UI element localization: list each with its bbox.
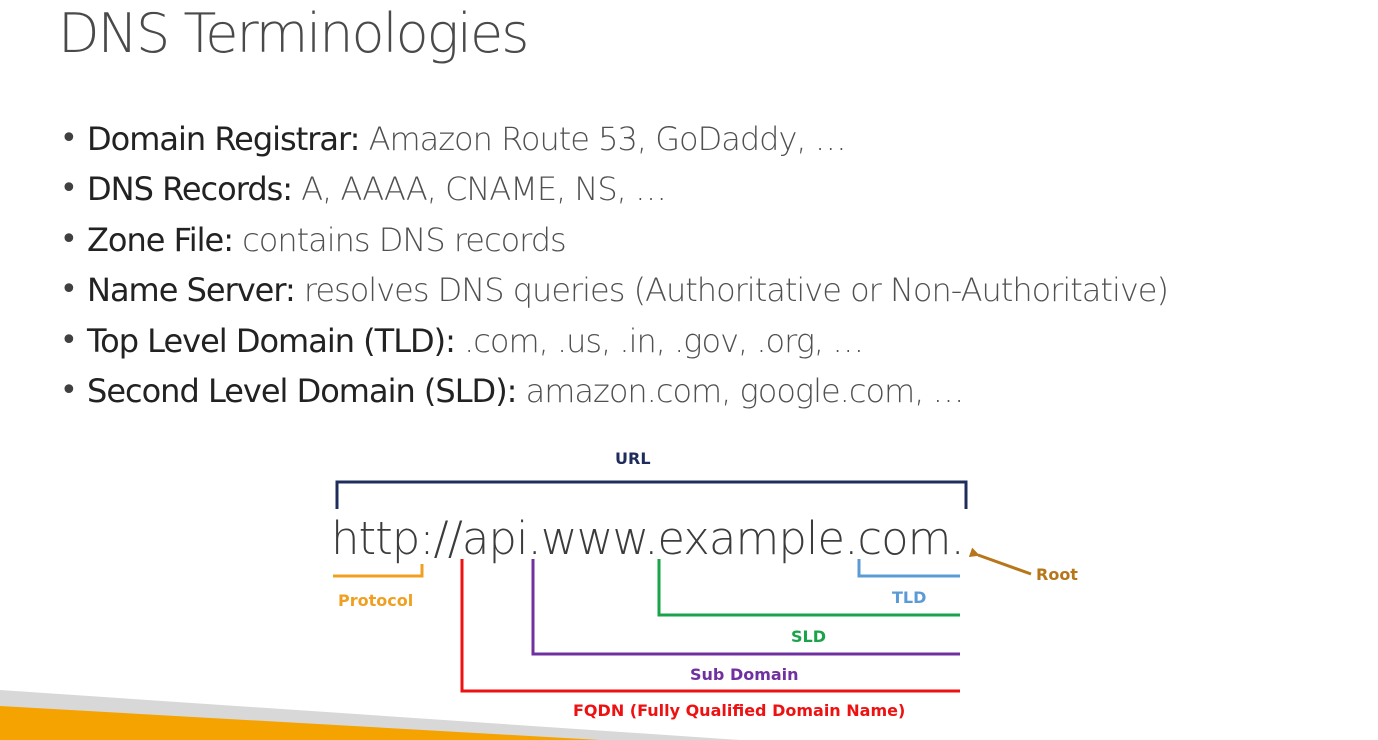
root-arrow — [968, 547, 1032, 576]
url-anatomy-diagram — [333, 480, 1032, 693]
tld-label: TLD — [892, 588, 927, 607]
slide: DNS Terminologies • Domain Registrar: Ama… — [0, 0, 1378, 740]
example-url: http://api.www.example.com. — [331, 512, 965, 565]
sub-domain-label: Sub Domain — [690, 665, 799, 684]
sld-label: SLD — [791, 627, 826, 646]
fqdn-label: FQDN (Fully Qualified Domain Name) — [573, 701, 906, 720]
root-label: Root — [1036, 565, 1078, 584]
protocol-label: Protocol — [338, 591, 414, 610]
url-label: URL — [615, 449, 651, 468]
url-bracket — [335, 480, 968, 509]
